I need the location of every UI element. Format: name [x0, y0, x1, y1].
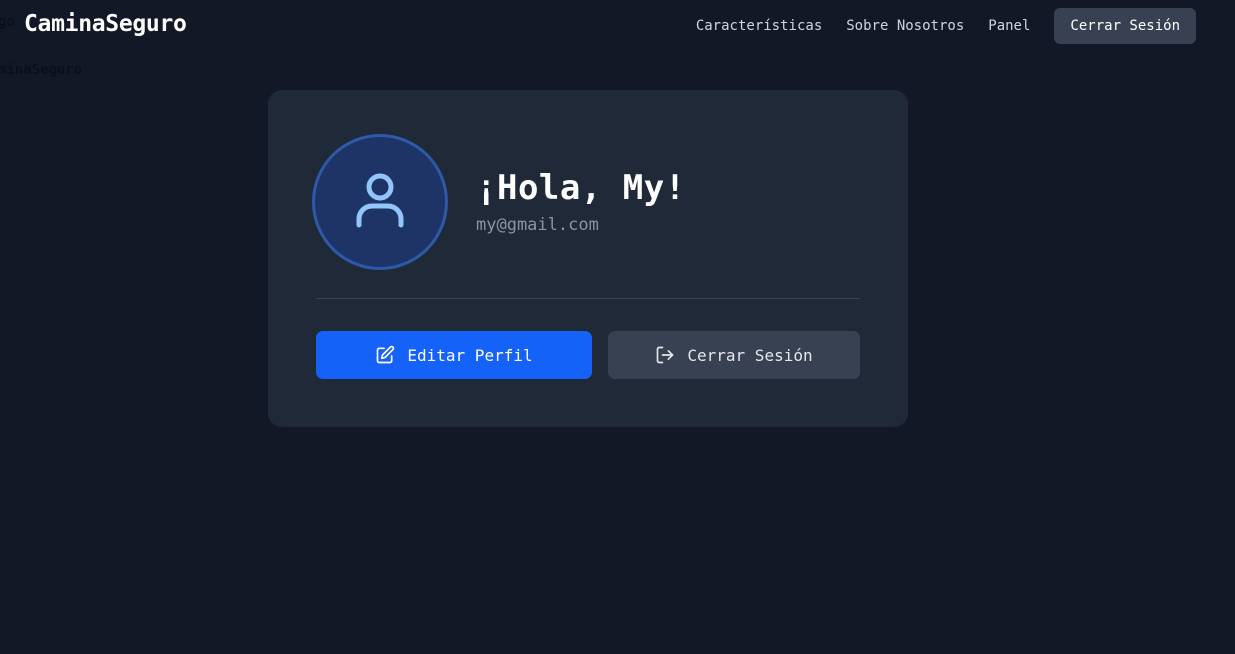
edit-profile-button[interactable]: Editar Perfil — [316, 331, 592, 379]
user-icon — [353, 171, 407, 233]
edit-icon — [375, 345, 395, 365]
nav-links: Características Sobre Nosotros Panel Cer… — [696, 8, 1196, 44]
nav-logout-button[interactable]: Cerrar Sesión — [1054, 8, 1196, 44]
divider — [316, 298, 860, 299]
edit-profile-label: Editar Perfil — [407, 345, 533, 365]
top-navbar: CaminaSeguro Características Sobre Nosot… — [0, 0, 1235, 52]
stray-text-brand-fragment: minaSeguro — [0, 62, 83, 78]
avatar — [312, 134, 448, 270]
logout-icon — [655, 345, 675, 365]
nav-link-features[interactable]: Características — [696, 18, 822, 34]
profile-email: my@gmail.com — [476, 215, 599, 235]
logout-label: Cerrar Sesión — [687, 345, 813, 365]
nav-link-about[interactable]: Sobre Nosotros — [846, 18, 964, 34]
nav-link-dashboard[interactable]: Panel — [988, 18, 1030, 34]
profile-greeting: ¡Hola, My! — [476, 168, 686, 208]
brand-logo-text[interactable]: CaminaSeguro — [24, 11, 187, 37]
profile-card: ¡Hola, My! my@gmail.com Editar Perfil Ce… — [268, 90, 908, 427]
logout-button[interactable]: Cerrar Sesión — [608, 331, 860, 379]
